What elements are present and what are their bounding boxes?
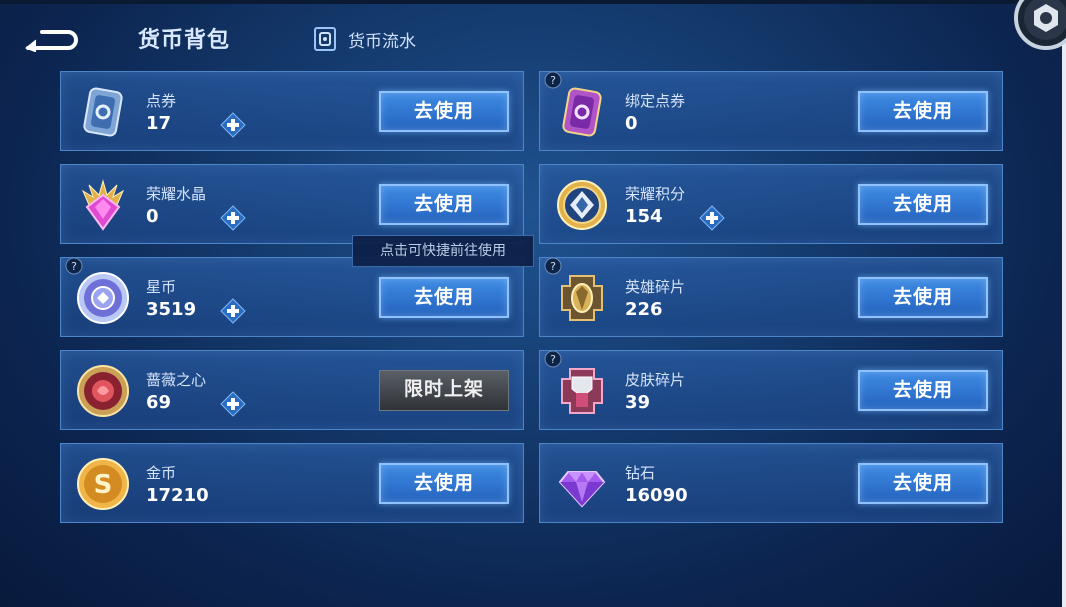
currency-name: 金币 <box>146 464 177 482</box>
currency-name: 绑定点券 <box>625 92 686 110</box>
svg-text:S: S <box>94 470 113 500</box>
use-voucher-button[interactable]: 去使用 <box>379 91 509 132</box>
add-glory-points-button[interactable] <box>699 205 725 231</box>
add-star-coin-button[interactable] <box>220 298 246 324</box>
currency-amount: 0 <box>146 206 159 227</box>
right-edge <box>1062 0 1066 607</box>
back-arrow-icon <box>25 30 78 53</box>
currency-flow-label: 货币流水 <box>348 31 416 52</box>
currency-name: 荣耀积分 <box>625 185 686 203</box>
use-glory-crystal-button[interactable]: 去使用 <box>379 184 509 225</box>
header-bar: 货币背包 货币流水 <box>0 0 1066 66</box>
skin-fragment-icon <box>554 363 610 419</box>
plus-icon <box>220 205 246 231</box>
plus-icon <box>220 391 246 417</box>
plus-icon <box>220 298 246 324</box>
currency-card-bound-voucher: ? 绑定点券 0 去使用 <box>539 71 1003 151</box>
currency-amount: 226 <box>625 299 663 320</box>
use-gold-coin-button[interactable]: 去使用 <box>379 463 509 504</box>
plus-icon <box>220 112 246 138</box>
hero-fragment-icon <box>554 270 610 326</box>
add-rose-heart-button[interactable] <box>220 391 246 417</box>
currency-amount: 16090 <box>625 485 688 506</box>
currency-flow-link[interactable]: 货币流水 <box>312 26 416 52</box>
use-diamond-button[interactable]: 去使用 <box>858 463 988 504</box>
settings-button[interactable] <box>1000 0 1066 56</box>
currency-name: 英雄碎片 <box>625 278 686 296</box>
currency-card-glory-crystal: 荣耀水晶 0 去使用 <box>60 164 524 244</box>
diamond-icon <box>554 456 610 512</box>
currency-amount: 17210 <box>146 485 209 506</box>
currency-name: 钻石 <box>625 464 656 482</box>
glory-crystal-icon <box>75 177 131 233</box>
tooltip: 点击可快捷前往使用 <box>352 235 534 267</box>
currency-card-gold-coin: S 金币 17210 去使用 <box>60 443 524 523</box>
currency-amount: 69 <box>146 392 172 413</box>
currency-card-voucher: 点券 17 去使用 <box>60 71 524 151</box>
rose-heart-icon <box>75 363 131 419</box>
currency-name: 皮肤碎片 <box>625 371 686 389</box>
currency-card-hero-fragment: ? 英雄碎片 226 去使用 <box>539 257 1003 337</box>
currency-card-rose-heart: 蔷薇之心 69 限时上架 <box>60 350 524 430</box>
currency-amount: 17 <box>146 113 172 134</box>
page-title: 货币背包 <box>138 28 231 53</box>
currency-name: 荣耀水晶 <box>146 185 207 203</box>
currency-name: 点券 <box>146 92 177 110</box>
add-glory-crystal-button[interactable] <box>220 205 246 231</box>
use-glory-points-button[interactable]: 去使用 <box>858 184 988 225</box>
currency-amount: 39 <box>625 392 651 413</box>
currency-amount: 154 <box>625 206 663 227</box>
star-coin-icon <box>75 270 131 326</box>
use-bound-voucher-button[interactable]: 去使用 <box>858 91 988 132</box>
add-voucher-button[interactable] <box>220 112 246 138</box>
currency-amount: 0 <box>625 113 638 134</box>
currency-name: 蔷薇之心 <box>146 371 207 389</box>
use-skin-fragment-button[interactable]: 去使用 <box>858 370 988 411</box>
currency-card-diamond: 钻石 16090 去使用 <box>539 443 1003 523</box>
currency-card-star-coin: ? 星币 3519 去使用 <box>60 257 524 337</box>
gold-coin-icon: S <box>75 456 131 512</box>
use-star-coin-button[interactable]: 去使用 <box>379 277 509 318</box>
plus-icon <box>699 205 725 231</box>
limited-time-button[interactable]: 限时上架 <box>379 370 509 411</box>
back-button[interactable] <box>24 26 82 53</box>
currency-card-skin-fragment: ? 皮肤碎片 39 去使用 <box>539 350 1003 430</box>
bound-voucher-icon <box>554 84 610 140</box>
gear-icon <box>1014 0 1066 50</box>
voucher-icon <box>75 84 131 140</box>
currency-card-glory-points: 荣耀积分 154 去使用 <box>539 164 1003 244</box>
currency-amount: 3519 <box>146 299 197 320</box>
glory-points-icon <box>554 177 610 233</box>
use-hero-fragment-button[interactable]: 去使用 <box>858 277 988 318</box>
ledger-icon <box>312 26 338 52</box>
currency-name: 星币 <box>146 278 177 296</box>
